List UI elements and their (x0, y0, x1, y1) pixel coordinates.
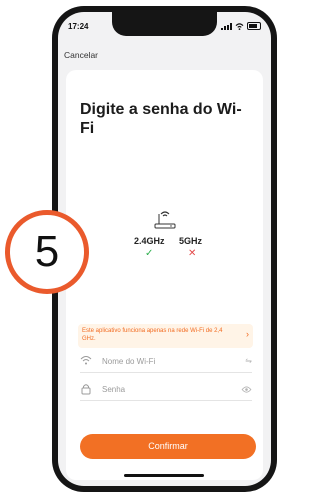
wifi-icon (80, 356, 92, 365)
chevron-right-icon: › (246, 329, 249, 339)
band-label-2-4ghz: 2.4GHz (134, 236, 165, 246)
eye-icon[interactable] (241, 386, 252, 393)
home-indicator (124, 474, 204, 477)
wifi-name-field[interactable]: Nome do Wi-Fi ⇋ (80, 354, 252, 373)
signal-icon (221, 22, 232, 30)
cancel-button[interactable]: Cancelar (64, 50, 98, 60)
screen: 17:24 Cancelar Digite a senha do Wi-Fi 2… (58, 12, 271, 486)
notch (112, 12, 217, 36)
cross-icon: ✕ (188, 248, 197, 259)
status-icons (221, 22, 261, 30)
banner-text: Este aplicativo funciona apenas na rede … (82, 328, 223, 342)
step-number-badge: 5 (5, 210, 89, 294)
check-icon: ✓ (145, 248, 154, 259)
confirm-button[interactable]: Confirmar (80, 434, 256, 459)
swap-icon[interactable]: ⇋ (245, 356, 252, 365)
password-placeholder: Senha (102, 385, 126, 394)
page-title: Digite a senha do Wi-Fi (80, 101, 242, 137)
lock-icon (81, 384, 91, 395)
content-card: Digite a senha do Wi-Fi 2.4GHz 5GHz ✓ ✕ … (66, 70, 263, 480)
wifi-name-placeholder: Nome do Wi-Fi (102, 357, 156, 366)
wifi-status-icon (235, 22, 244, 30)
network-warning-banner[interactable]: Este aplicativo funciona apenas na rede … (78, 324, 253, 348)
password-field[interactable]: Senha (80, 382, 252, 401)
router-icon (154, 211, 176, 229)
status-time: 17:24 (68, 22, 89, 31)
battery-icon (247, 22, 261, 30)
band-label-5ghz: 5GHz (179, 236, 203, 246)
